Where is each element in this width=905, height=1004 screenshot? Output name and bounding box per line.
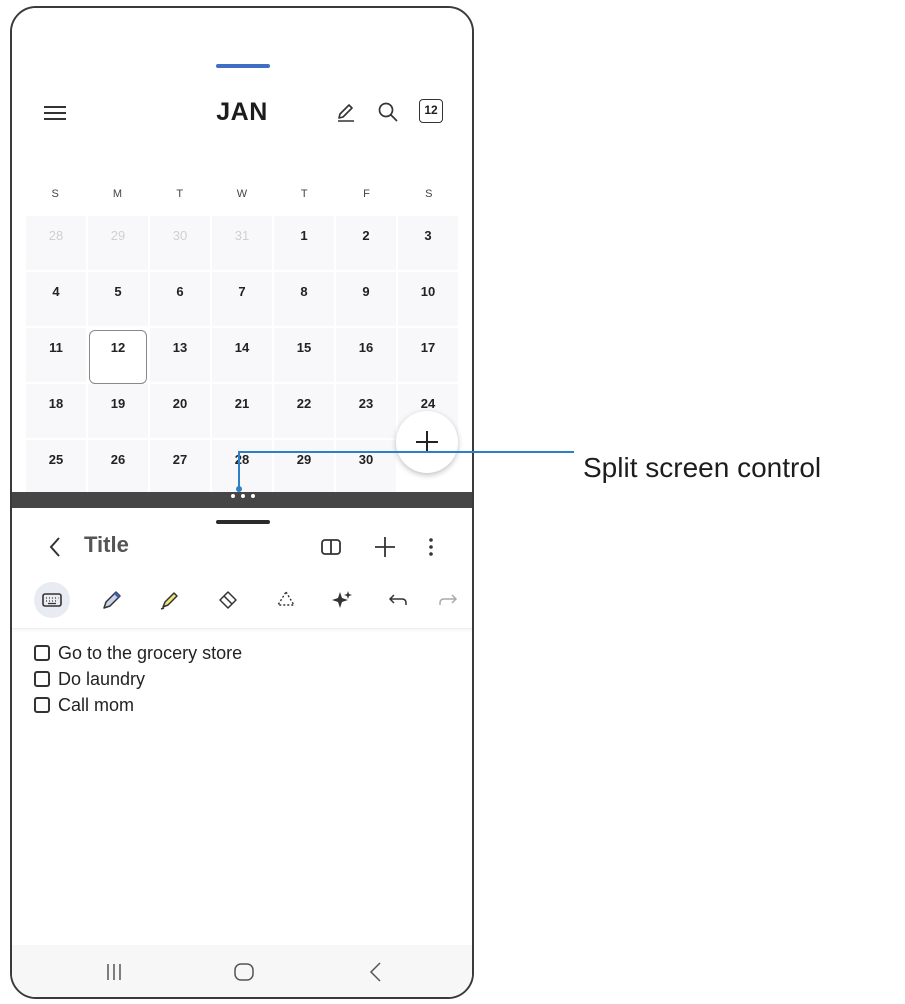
system-navigation-bar [12, 945, 472, 997]
calendar-day-cell[interactable]: 29 [274, 440, 334, 494]
calendar-day-cell[interactable]: 7 [212, 272, 272, 326]
calendar-day-cell[interactable]: 30 [150, 216, 210, 270]
today-icon[interactable]: 12 [419, 99, 443, 123]
pen-icon[interactable] [94, 582, 130, 618]
calendar-day-cell[interactable]: 22 [274, 384, 334, 438]
calendar-day-cell[interactable]: 2 [336, 216, 396, 270]
book-view-icon[interactable] [318, 534, 344, 560]
calendar-day-cell[interactable]: 30 [336, 440, 396, 494]
callout-leader-vertical [238, 452, 240, 488]
calendar-day-cell[interactable]: 29 [88, 216, 148, 270]
window-handle[interactable] [216, 64, 270, 68]
checklist-item-text[interactable]: Go to the grocery store [58, 643, 242, 664]
weekday-label: W [236, 188, 248, 200]
calendar-week-row: 4 5 6 7 8 9 10 [26, 272, 460, 326]
callout-label: Split screen control [583, 452, 822, 483]
calendar-week-row: 28 29 30 31 1 2 3 [26, 216, 460, 270]
checkbox[interactable] [34, 645, 50, 661]
calendar-day-cell[interactable]: 10 [398, 272, 458, 326]
add-event-button[interactable] [396, 411, 458, 473]
calendar-day-cell[interactable]: 26 [88, 440, 148, 494]
callout-leader-horizontal [238, 451, 574, 453]
undo-icon[interactable] [380, 582, 416, 618]
calendar-day-cell[interactable]: 17 [398, 328, 458, 382]
weekday-label: S [51, 188, 59, 200]
weekday-label: F [363, 188, 370, 200]
calendar-day-cell[interactable]: 3 [398, 216, 458, 270]
calendar-week-row: 25 26 27 28 29 30 [26, 440, 460, 494]
calendar-day-cell[interactable]: 13 [150, 328, 210, 382]
lasso-icon[interactable] [268, 582, 304, 618]
calendar-day-cell[interactable]: 21 [212, 384, 272, 438]
split-screen-control[interactable] [12, 492, 472, 508]
weekday-label: M [112, 188, 122, 200]
more-icon[interactable] [418, 534, 444, 560]
note-title[interactable]: Title [84, 532, 129, 558]
nav-back-icon[interactable] [362, 958, 390, 986]
calendar-pane: JAN 12 S M T W T F S 28 29 30 31 1 2 3 4 5 6 7 8 9 10… [12, 8, 472, 494]
highlighter-icon[interactable] [152, 582, 188, 618]
calendar-day-cell[interactable]: 19 [88, 384, 148, 438]
calendar-header: JAN 12 [12, 92, 472, 136]
ai-sparkle-icon[interactable] [324, 582, 360, 618]
calendar-week-row: 18 19 20 21 22 23 24 [26, 384, 460, 438]
calendar-day-cell[interactable]: 8 [274, 272, 334, 326]
calendar-day-cell[interactable]: 4 [26, 272, 86, 326]
home-icon[interactable] [230, 958, 258, 986]
calendar-day-cell[interactable]: 15 [274, 328, 334, 382]
checklist-item-text[interactable]: Call mom [58, 695, 134, 716]
calendar-day-cell[interactable]: 28 [212, 440, 272, 494]
add-icon[interactable] [372, 534, 398, 560]
calendar-day-cell[interactable]: 16 [336, 328, 396, 382]
checklist-item[interactable]: Do laundry [34, 666, 242, 692]
notes-pane: Title Go to the grocery store Do laundry… [12, 508, 472, 997]
redo-icon[interactable] [430, 582, 466, 618]
search-icon[interactable] [376, 100, 400, 124]
calendar-day-cell[interactable]: 12 [88, 328, 148, 384]
eraser-icon[interactable] [210, 582, 246, 618]
menu-icon[interactable] [44, 102, 66, 124]
checkbox[interactable] [34, 697, 50, 713]
calendar-day-cell[interactable]: 27 [150, 440, 210, 494]
calendar-day-cell[interactable]: 18 [26, 384, 86, 438]
checkbox[interactable] [34, 671, 50, 687]
calendar-day-cell[interactable]: 11 [26, 328, 86, 382]
weekday-label: T [176, 188, 184, 200]
recents-icon[interactable] [100, 958, 128, 986]
checklist-item[interactable]: Go to the grocery store [34, 640, 242, 666]
calendar-day-cell[interactable]: 31 [212, 216, 272, 270]
calendar-week-row: 11 12 13 14 15 16 17 [26, 328, 460, 384]
split-handle-dots [228, 492, 258, 500]
checklist-item[interactable]: Call mom [34, 692, 242, 718]
calendar-day-cell[interactable]: 9 [336, 272, 396, 326]
checklist: Go to the grocery store Do laundry Call … [34, 640, 242, 718]
window-handle[interactable] [216, 520, 270, 524]
month-grid: 28 29 30 31 1 2 3 4 5 6 7 8 9 10 11 12 13 14 15 16 17 18 19 20 2… [26, 216, 460, 496]
back-icon[interactable] [44, 532, 68, 562]
keyboard-icon[interactable] [34, 582, 70, 618]
weekday-header: S M T W T F S [24, 188, 460, 204]
calendar-day-cell[interactable]: 1 [274, 216, 334, 270]
phone-frame: JAN 12 S M T W T F S 28 29 30 31 1 2 3 4 5 6 7 8 9 10… [10, 6, 474, 999]
weekday-label: T [300, 188, 308, 200]
checklist-item-text[interactable]: Do laundry [58, 669, 145, 690]
calendar-day-cell[interactable]: 20 [150, 384, 210, 438]
calendar-day-cell[interactable]: 25 [26, 440, 86, 494]
calendar-day-cell[interactable]: 28 [26, 216, 86, 270]
calendar-day-cell[interactable]: 5 [88, 272, 148, 326]
calendar-day-cell[interactable]: 6 [150, 272, 210, 326]
calendar-day-cell[interactable]: 23 [336, 384, 396, 438]
pen-toolbar [12, 572, 472, 629]
weekday-label: S [425, 188, 433, 200]
month-title: JAN [216, 98, 268, 126]
pen-edit-icon[interactable] [334, 100, 358, 124]
calendar-day-cell[interactable]: 14 [212, 328, 272, 382]
notes-header: Title [12, 526, 472, 568]
